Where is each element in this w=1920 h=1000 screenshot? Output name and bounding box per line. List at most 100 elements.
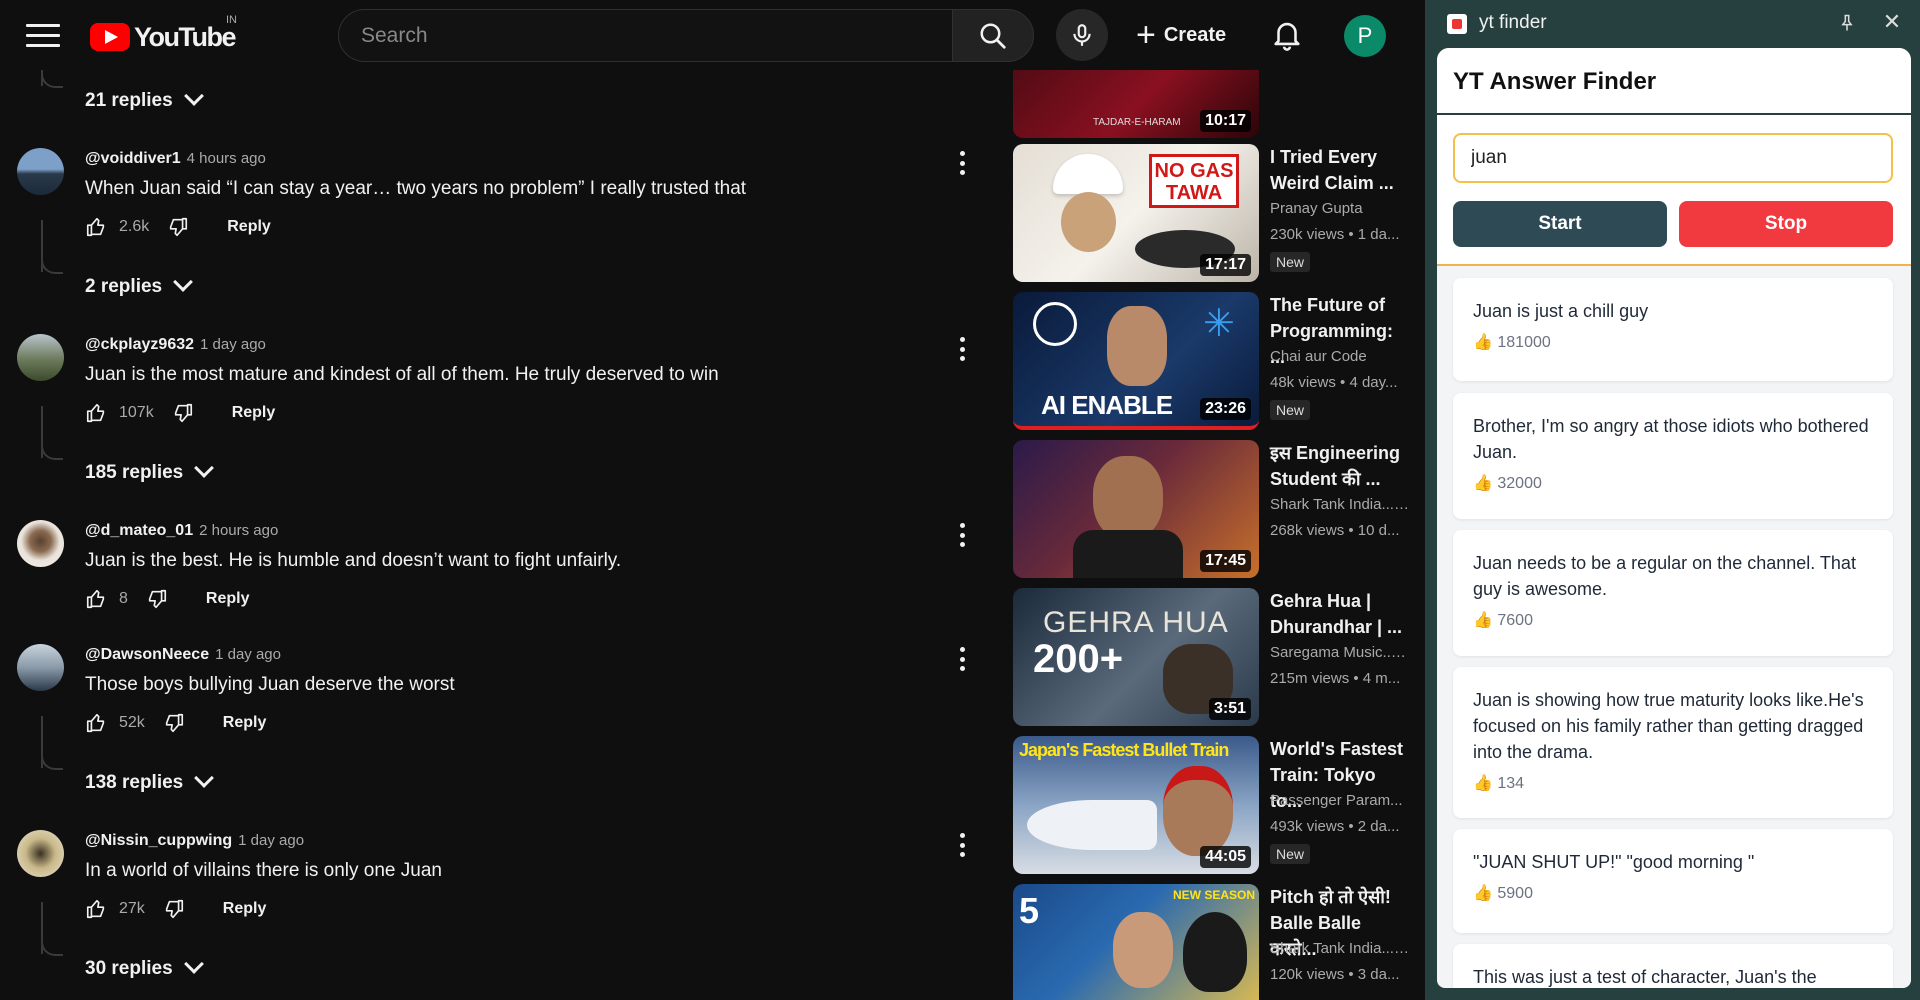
masthead: YouTube IN + Create P	[0, 0, 1425, 70]
video-title[interactable]: इस Engineering Student की ...	[1270, 440, 1410, 492]
views-overlay: 200+	[1033, 637, 1124, 681]
comment-time[interactable]: 1 day ago	[200, 336, 266, 353]
dislike-button[interactable]	[172, 402, 194, 424]
video-thumbnail[interactable]: ✳ AI ENABLE 23:26	[1013, 292, 1259, 430]
video-thumbnail[interactable]: NO GAS TAWA 17:17	[1013, 144, 1259, 282]
start-button[interactable]: Start	[1453, 201, 1667, 247]
like-button[interactable]	[85, 898, 107, 920]
dislike-button[interactable]	[163, 712, 185, 734]
comment-author[interactable]: @d_mateo_01	[85, 522, 193, 539]
comment-author[interactable]: @voiddiver1	[85, 150, 181, 167]
video-thumbnail[interactable]: 17:45	[1013, 440, 1259, 578]
video-recommendation[interactable]: NO GAS TAWA 17:17 I Tried Every Weird Cla…	[1013, 144, 1413, 284]
channel-name[interactable]: Shark Tank India...	[1270, 496, 1410, 513]
title-line: Gehra Hua |	[1270, 591, 1372, 611]
reply-button[interactable]: Reply	[227, 218, 271, 236]
like-button[interactable]	[85, 712, 107, 734]
more-actions-icon[interactable]	[956, 520, 968, 550]
video-thumbnail[interactable]: 5 NEW SEASON	[1013, 884, 1259, 1000]
result-card[interactable]: Juan needs to be a regular on the channe…	[1453, 530, 1893, 656]
comment-author[interactable]: @ckplayz9632	[85, 336, 194, 353]
reply-button[interactable]: Reply	[223, 714, 267, 732]
like-count: 107k	[119, 404, 154, 421]
more-actions-icon[interactable]	[956, 644, 968, 674]
result-card[interactable]: Brother, I'm so angry at those idiots wh…	[1453, 393, 1893, 519]
title-line: World's Fastest	[1270, 739, 1403, 759]
result-card[interactable]: Juan is just a chill guy 👍 181000	[1453, 278, 1893, 381]
channel-name[interactable]: Shark Tank India...	[1270, 940, 1410, 957]
video-recommendation[interactable]: ✳ AI ENABLE 23:26 The Future of Programmi…	[1013, 292, 1413, 432]
more-actions-icon[interactable]	[956, 830, 968, 860]
channel-name[interactable]: Saregama Music...	[1270, 644, 1410, 661]
comment-text: In a world of villains there is only one…	[85, 860, 442, 881]
pin-icon[interactable]	[1837, 12, 1859, 34]
reply-button[interactable]: Reply	[232, 404, 276, 422]
video-recommendation[interactable]: 17:45 इस Engineering Student की ... Shark…	[1013, 440, 1413, 580]
train-shape	[1027, 800, 1157, 850]
video-title[interactable]: I Tried Every Weird Claim ...	[1270, 144, 1410, 196]
microphone-icon	[1073, 24, 1091, 46]
comment-actions: 2.6k Reply	[85, 216, 271, 238]
more-actions-icon[interactable]	[956, 148, 968, 178]
account-avatar[interactable]: P	[1344, 15, 1386, 57]
title-line: Weird Claim ...	[1270, 173, 1394, 193]
comment-author[interactable]: @Nissin_cuppwing	[85, 832, 232, 849]
avatar[interactable]	[17, 148, 64, 195]
search-button[interactable]	[952, 9, 1034, 62]
finder-app: YT Answer Finder Start Stop Juan is just…	[1437, 48, 1911, 988]
video-duration: 17:45	[1200, 550, 1251, 572]
video-recommendation[interactable]: 5 NEW SEASON Pitch हो तो ऐसी! Balle Balle…	[1013, 884, 1413, 1000]
like-button[interactable]	[85, 402, 107, 424]
like-count: 52k	[119, 714, 145, 731]
search-input[interactable]	[339, 10, 952, 61]
youtube-logo[interactable]: YouTube IN	[90, 14, 237, 52]
person-shape	[1107, 306, 1167, 386]
dislike-button[interactable]	[167, 216, 189, 238]
comment-time[interactable]: 1 day ago	[238, 832, 304, 849]
like-button[interactable]	[85, 216, 107, 238]
video-meta: 230k views • 1 da...	[1270, 226, 1400, 243]
chevron-down-icon	[183, 86, 204, 106]
stop-button[interactable]: Stop	[1679, 201, 1893, 247]
avatar[interactable]	[17, 830, 64, 877]
channel-name[interactable]: Chai aur Code	[1270, 348, 1410, 365]
video-title[interactable]: Gehra Hua | Dhurandhar | ...	[1270, 588, 1410, 640]
channel-name[interactable]: Passenger Param...	[1270, 792, 1410, 809]
replies-toggle[interactable]: 30 replies	[85, 954, 204, 980]
avatar[interactable]	[17, 520, 64, 567]
title-line: Pitch हो तो ऐसी!	[1270, 887, 1391, 907]
dislike-button[interactable]	[163, 898, 185, 920]
comment-time[interactable]: 4 hours ago	[187, 150, 266, 167]
replies-toggle[interactable]: 21 replies	[85, 86, 204, 112]
reply-button[interactable]: Reply	[223, 900, 267, 918]
channel-name[interactable]: Pranay Gupta	[1270, 200, 1410, 217]
replies-toggle[interactable]: 2 replies	[85, 272, 194, 298]
result-card[interactable]: This was just a test of character, Juan'…	[1453, 944, 1893, 988]
video-thumbnail[interactable]: GEHRA HUA 200+ 3:51	[1013, 588, 1259, 726]
close-icon[interactable]: ✕	[1880, 10, 1904, 34]
more-actions-icon[interactable]	[956, 334, 968, 364]
menu-icon[interactable]	[26, 24, 60, 48]
replies-toggle[interactable]: 138 replies	[85, 768, 215, 794]
video-recommendation[interactable]: Japan's Fastest Bullet Train 44:05 World…	[1013, 736, 1413, 876]
like-count: 2.6k	[119, 218, 150, 235]
season-number: 5	[1019, 890, 1040, 931]
notifications-button[interactable]	[1270, 16, 1310, 56]
result-card[interactable]: "JUAN SHUT UP!" "good morning " 👍 5900	[1453, 829, 1893, 933]
query-input[interactable]	[1453, 133, 1893, 183]
comment-time[interactable]: 2 hours ago	[199, 522, 278, 539]
dislike-button[interactable]	[146, 588, 168, 610]
thumbs-up-icon	[86, 217, 105, 237]
comment-author[interactable]: @DawsonNeece	[85, 646, 209, 663]
video-thumbnail[interactable]: Japan's Fastest Bullet Train 44:05	[1013, 736, 1259, 874]
avatar[interactable]	[17, 334, 64, 381]
video-recommendation[interactable]: GEHRA HUA 200+ 3:51 Gehra Hua | Dhurandha…	[1013, 588, 1413, 728]
result-card[interactable]: Juan is showing how true maturity looks …	[1453, 667, 1893, 818]
replies-toggle[interactable]: 185 replies	[85, 458, 215, 484]
like-button[interactable]	[85, 588, 107, 610]
reply-button[interactable]: Reply	[206, 590, 250, 608]
create-button[interactable]: + Create	[1136, 14, 1226, 56]
avatar[interactable]	[17, 644, 64, 691]
voice-search-button[interactable]	[1056, 9, 1108, 61]
comment-time[interactable]: 1 day ago	[215, 646, 281, 663]
